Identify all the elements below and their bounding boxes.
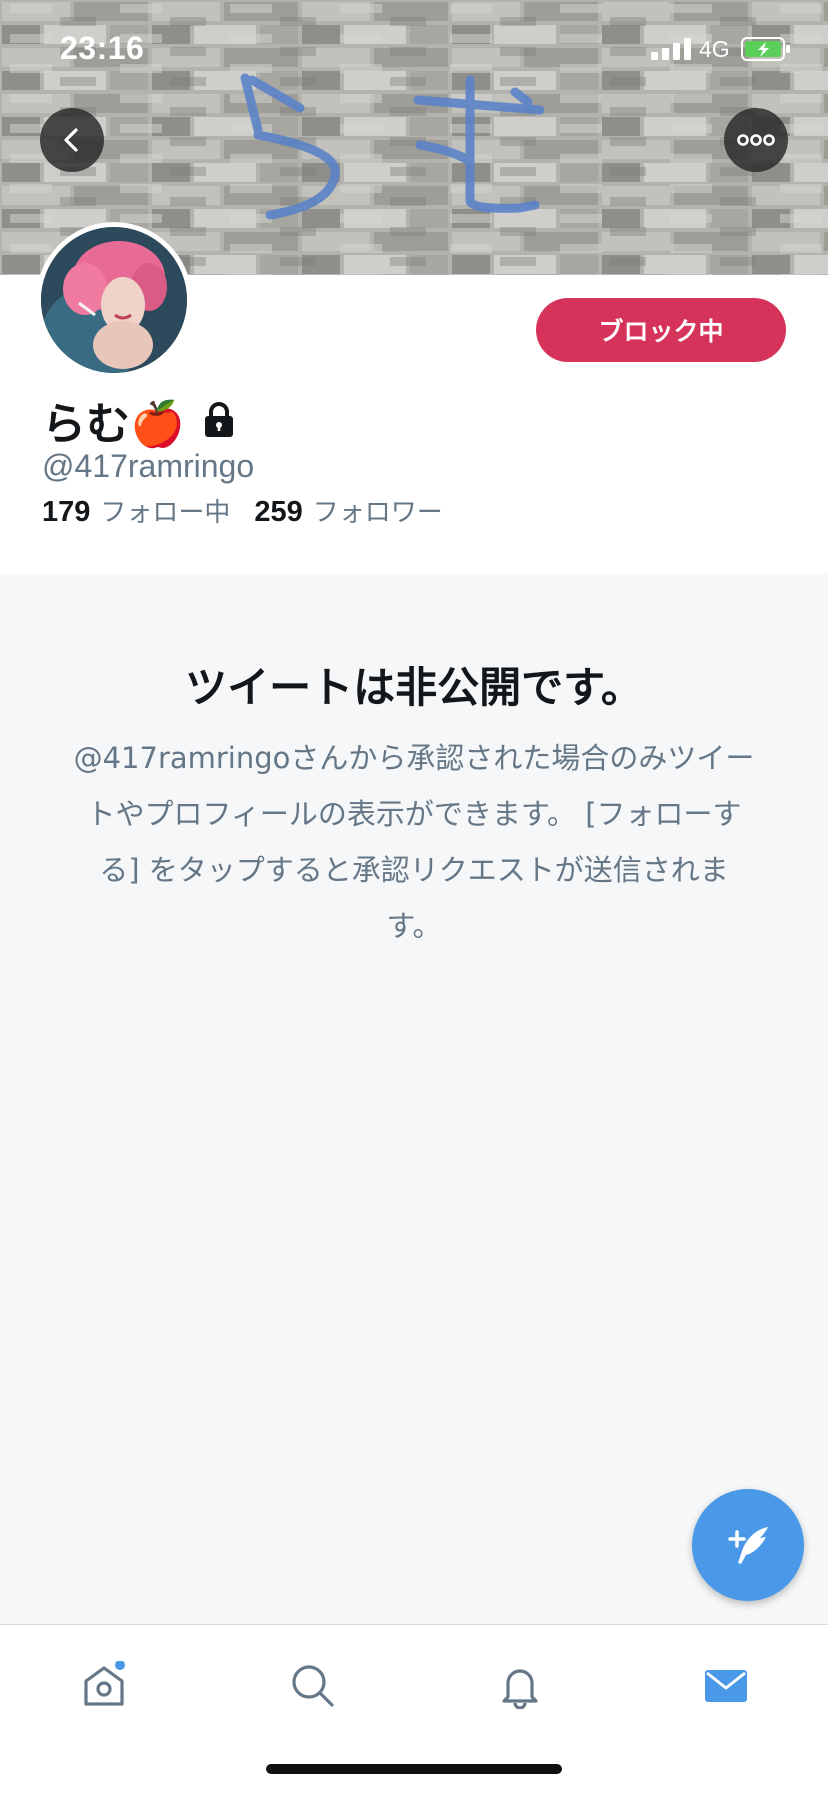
profile-name-row: らむ🍎 [42,388,239,452]
protected-tweets-panel: ツイートは非公開です。 @417ramringoさんから承認された場合のみツイー… [0,574,828,1624]
battery-icon [741,37,790,61]
compose-tweet-button[interactable] [692,1489,804,1601]
back-button[interactable] [40,108,104,172]
more-dots-icon [737,134,775,146]
compose-tweet-icon [728,1527,768,1564]
tab-notifications[interactable] [490,1655,550,1715]
home-icon [84,1661,125,1706]
avatar-image [41,227,187,373]
followers-count: 259 [254,496,303,528]
profile-avatar[interactable] [36,222,192,378]
home-indicator [266,1764,562,1774]
tab-messages[interactable] [696,1655,756,1715]
followers-link[interactable]: 259 フォロワー [254,492,442,529]
follow-counts: 179 フォロー中 259 フォロワー [42,492,443,529]
more-options-button[interactable] [724,108,788,172]
lock-icon [204,402,233,437]
profile-name: らむ🍎 [42,399,185,450]
following-link[interactable]: 179 フォロー中 [42,492,230,529]
following-count: 179 [42,496,91,528]
tab-search[interactable] [282,1655,342,1715]
envelope-icon [705,1670,747,1702]
network-type: 4G [699,36,730,62]
protected-description: @417ramringoさんから承認された場合のみツイートやプロフィールの表示が… [73,741,755,943]
status-time: 23:16 [60,30,145,66]
cellular-signal-icon [651,38,691,60]
status-bar: 23:16 4G [0,0,828,100]
bell-icon [502,1669,538,1709]
protected-title: ツイートは非公開です。 [185,663,643,712]
search-icon [292,1665,334,1707]
followers-label: フォロワー [312,498,443,528]
following-label: フォロー中 [100,498,231,528]
blocked-button[interactable]: ブロック中 [536,298,786,362]
profile-handle: @417ramringo [42,448,255,484]
chevron-left-icon [64,128,78,152]
tab-home[interactable] [74,1655,134,1715]
